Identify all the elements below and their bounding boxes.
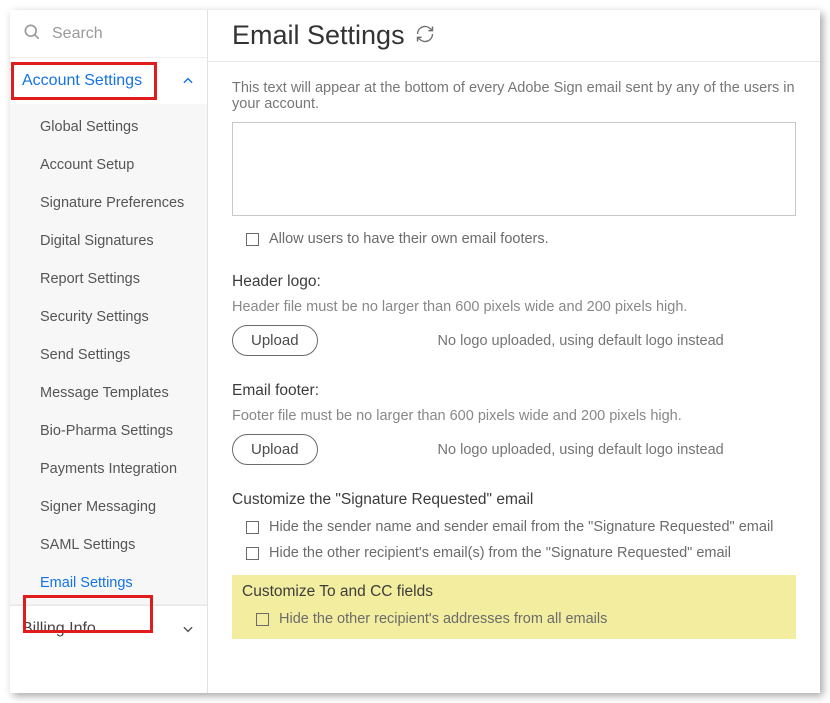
sidebar-item-saml-settings[interactable]: SAML Settings (10, 526, 207, 564)
sidebar: Account Settings Global Settings Account… (10, 10, 208, 693)
sidebar-item-digital-signatures[interactable]: Digital Signatures (10, 222, 207, 260)
email-footer-title: Email footer: (232, 382, 796, 400)
sig-req-opt1-label: Hide the sender name and sender email fr… (269, 519, 773, 535)
sidebar-item-report-settings[interactable]: Report Settings (10, 260, 207, 298)
header-logo-upload-row: Upload No logo uploaded, using default l… (232, 325, 796, 356)
sidebar-item-bio-pharma-settings[interactable]: Bio-Pharma Settings (10, 412, 207, 450)
allow-own-footers-row[interactable]: Allow users to have their own email foot… (246, 231, 796, 247)
checkbox-icon (246, 233, 259, 246)
to-cc-opt1-label: Hide the other recipient's addresses fro… (279, 611, 607, 627)
main-content: Email Settings This text will appear at … (208, 10, 820, 693)
sig-req-opt1-row[interactable]: Hide the sender name and sender email fr… (246, 519, 796, 535)
sidebar-item-message-templates[interactable]: Message Templates (10, 374, 207, 412)
header-logo-help: Header file must be no larger than 600 p… (232, 299, 796, 315)
section-account-settings[interactable]: Account Settings (10, 58, 207, 104)
app-frame: Account Settings Global Settings Account… (10, 10, 820, 693)
email-footer-upload-row: Upload No logo uploaded, using default l… (232, 434, 796, 465)
section-account-settings-label: Account Settings (22, 72, 142, 90)
to-cc-opt1-row[interactable]: Hide the other recipient's addresses fro… (256, 611, 786, 627)
search-input[interactable] (50, 24, 197, 44)
sig-req-opt2-label: Hide the other recipient's email(s) from… (269, 545, 731, 561)
search-row (10, 10, 207, 58)
submenu-account-settings: Global Settings Account Setup Signature … (10, 104, 207, 605)
header-logo-title: Header logo: (232, 273, 796, 291)
refresh-icon[interactable] (415, 20, 435, 51)
sidebar-item-global-settings[interactable]: Global Settings (10, 108, 207, 146)
sidebar-item-payments-integration[interactable]: Payments Integration (10, 450, 207, 488)
divider (208, 61, 820, 62)
sidebar-item-signature-preferences[interactable]: Signature Preferences (10, 184, 207, 222)
email-footer-help: Footer file must be no larger than 600 p… (232, 408, 796, 424)
page-title-text: Email Settings (232, 20, 405, 51)
sig-req-title: Customize the "Signature Requested" emai… (232, 491, 796, 509)
email-footer-status: No logo uploaded, using default logo ins… (438, 442, 724, 458)
sidebar-item-signer-messaging[interactable]: Signer Messaging (10, 488, 207, 526)
chevron-up-icon (181, 74, 195, 88)
checkbox-icon (246, 521, 259, 534)
checkbox-icon (256, 613, 269, 626)
footer-intro-text: This text will appear at the bottom of e… (232, 80, 796, 112)
section-billing-info-label: Billing Info (22, 620, 96, 638)
section-billing-info[interactable]: Billing Info (10, 605, 207, 652)
sidebar-item-security-settings[interactable]: Security Settings (10, 298, 207, 336)
email-footer-upload-button[interactable]: Upload (232, 434, 318, 465)
sidebar-item-account-setup[interactable]: Account Setup (10, 146, 207, 184)
chevron-down-icon (181, 622, 195, 636)
page-title: Email Settings (232, 20, 796, 51)
sidebar-item-email-settings[interactable]: Email Settings (10, 564, 207, 602)
sig-req-opt2-row[interactable]: Hide the other recipient's email(s) from… (246, 545, 796, 561)
header-logo-upload-button[interactable]: Upload (232, 325, 318, 356)
allow-own-footers-label: Allow users to have their own email foot… (269, 231, 549, 247)
header-logo-status: No logo uploaded, using default logo ins… (438, 333, 724, 349)
checkbox-icon (246, 547, 259, 560)
to-cc-highlight: Customize To and CC fields Hide the othe… (232, 575, 796, 639)
to-cc-title: Customize To and CC fields (242, 583, 786, 601)
sidebar-item-send-settings[interactable]: Send Settings (10, 336, 207, 374)
email-footer-textarea[interactable] (232, 122, 796, 216)
search-icon (22, 22, 42, 45)
